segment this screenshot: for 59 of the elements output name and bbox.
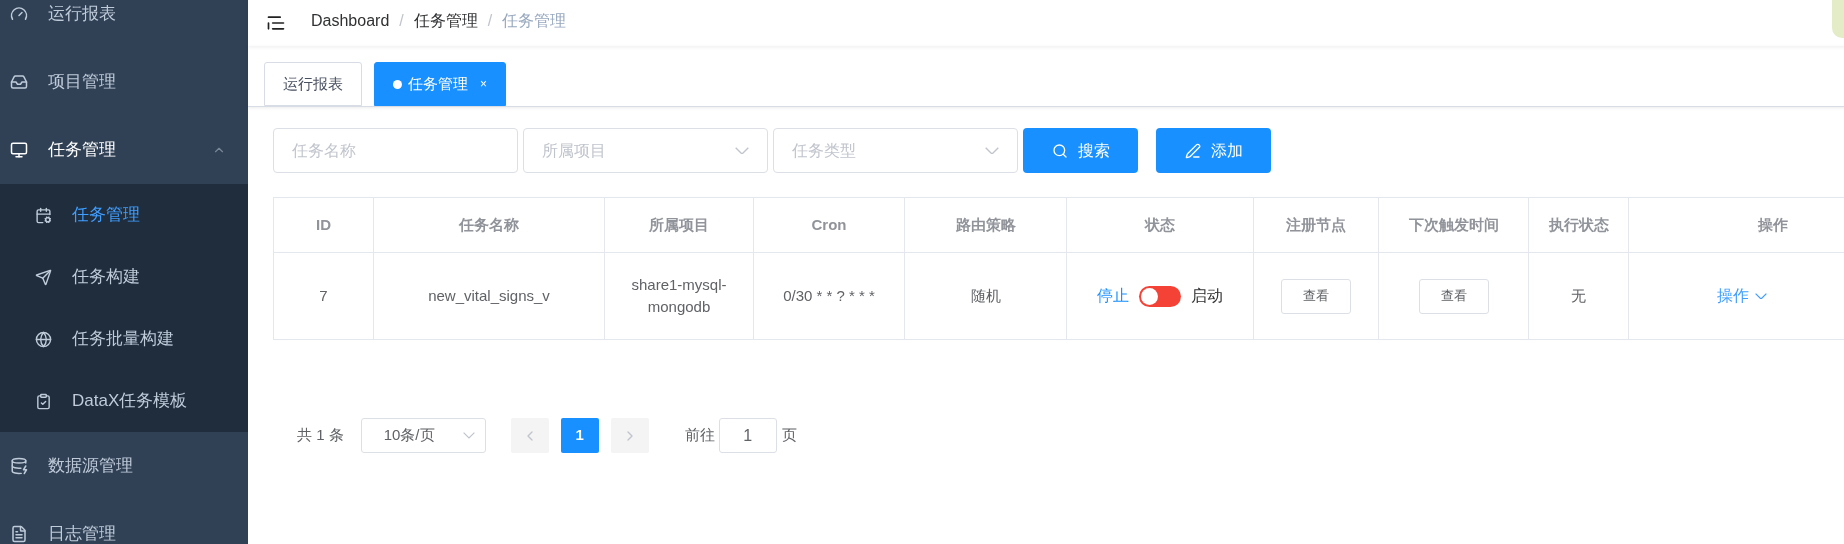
database-icon — [10, 457, 28, 475]
page-size-select[interactable]: 10条/页 — [360, 418, 486, 453]
submenu-item[interactable]: 任务管理 — [0, 184, 248, 246]
breadcrumb-item[interactable]: Dashboard — [311, 9, 390, 33]
table-cell: new_vital_signs_v — [374, 253, 605, 339]
paper-plane-icon — [35, 268, 52, 286]
caret-icon — [462, 432, 475, 439]
search-icon — [1051, 142, 1068, 159]
document-icon — [10, 525, 28, 543]
status-switch[interactable] — [1139, 285, 1181, 307]
view-button[interactable]: 查看 — [1281, 278, 1351, 314]
sidebar-item[interactable]: 数据源管理 — [0, 432, 248, 500]
sidebar-item[interactable]: 项目管理 — [0, 48, 248, 116]
column-header: ID — [274, 198, 374, 252]
column-header: 状态 — [1067, 198, 1254, 252]
view-button[interactable]: 查看 — [1418, 278, 1489, 314]
caret-icon — [735, 146, 749, 155]
breadcrumb-separator: / — [399, 11, 404, 31]
switch-label: 停止 — [1097, 286, 1129, 306]
table-cell: 无 — [1529, 253, 1629, 339]
submenu-item[interactable]: DataX任务模板 — [0, 370, 248, 432]
table-cell: 随机 — [905, 253, 1067, 339]
next-page-button[interactable] — [610, 418, 649, 453]
total-count: 共 1 条 — [297, 425, 344, 446]
breadcrumb-item: 任务管理 — [502, 11, 567, 31]
table-cell: 7 — [274, 253, 374, 339]
table-cell: 0/30 * * ? * * * — [754, 253, 905, 339]
submenu-item[interactable]: 任务批量构建 — [0, 308, 248, 370]
caret-icon — [985, 146, 999, 155]
calendar-icon — [35, 206, 52, 224]
column-header: 路由策略 — [905, 198, 1067, 252]
column-header: 所属项目 — [605, 198, 754, 252]
switch-label: 启动 — [1191, 286, 1223, 306]
column-header: 下次触发时间 — [1379, 198, 1529, 252]
page-suffix: 页 — [781, 425, 797, 446]
sidebar-item[interactable]: 日志管理 — [0, 500, 248, 544]
sidebar-item[interactable]: 运行报表 — [0, 0, 248, 48]
clipboard-icon — [35, 392, 52, 410]
column-header: 操作 — [1629, 198, 1844, 252]
goto-label: 前往 — [684, 425, 715, 446]
pen-icon — [1184, 142, 1201, 159]
menu-icon[interactable] — [266, 13, 286, 33]
monitor-icon — [10, 141, 28, 159]
column-header: 注册节点 — [1254, 198, 1379, 252]
submenu-item[interactable]: 任务构建 — [0, 246, 248, 308]
prev-page-button[interactable] — [510, 418, 549, 453]
column-header: Cron — [754, 198, 905, 252]
page-input[interactable]: 1 — [718, 418, 777, 453]
table-cell: share1-mysql-mongodb — [605, 253, 754, 339]
column-header: 执行状态 — [1529, 198, 1629, 252]
breadcrumb-separator: / — [487, 11, 493, 31]
tab[interactable]: 运行报表 — [264, 62, 362, 106]
breadcrumb-item[interactable]: 任务管理 — [413, 9, 478, 33]
sidebar-item[interactable]: 任务管理 — [0, 116, 248, 184]
caret-icon — [1755, 292, 1767, 300]
gauge-icon — [10, 5, 28, 23]
inbox-icon — [10, 73, 28, 91]
globe-icon — [35, 330, 52, 348]
column-header: 任务名称 — [374, 198, 605, 252]
